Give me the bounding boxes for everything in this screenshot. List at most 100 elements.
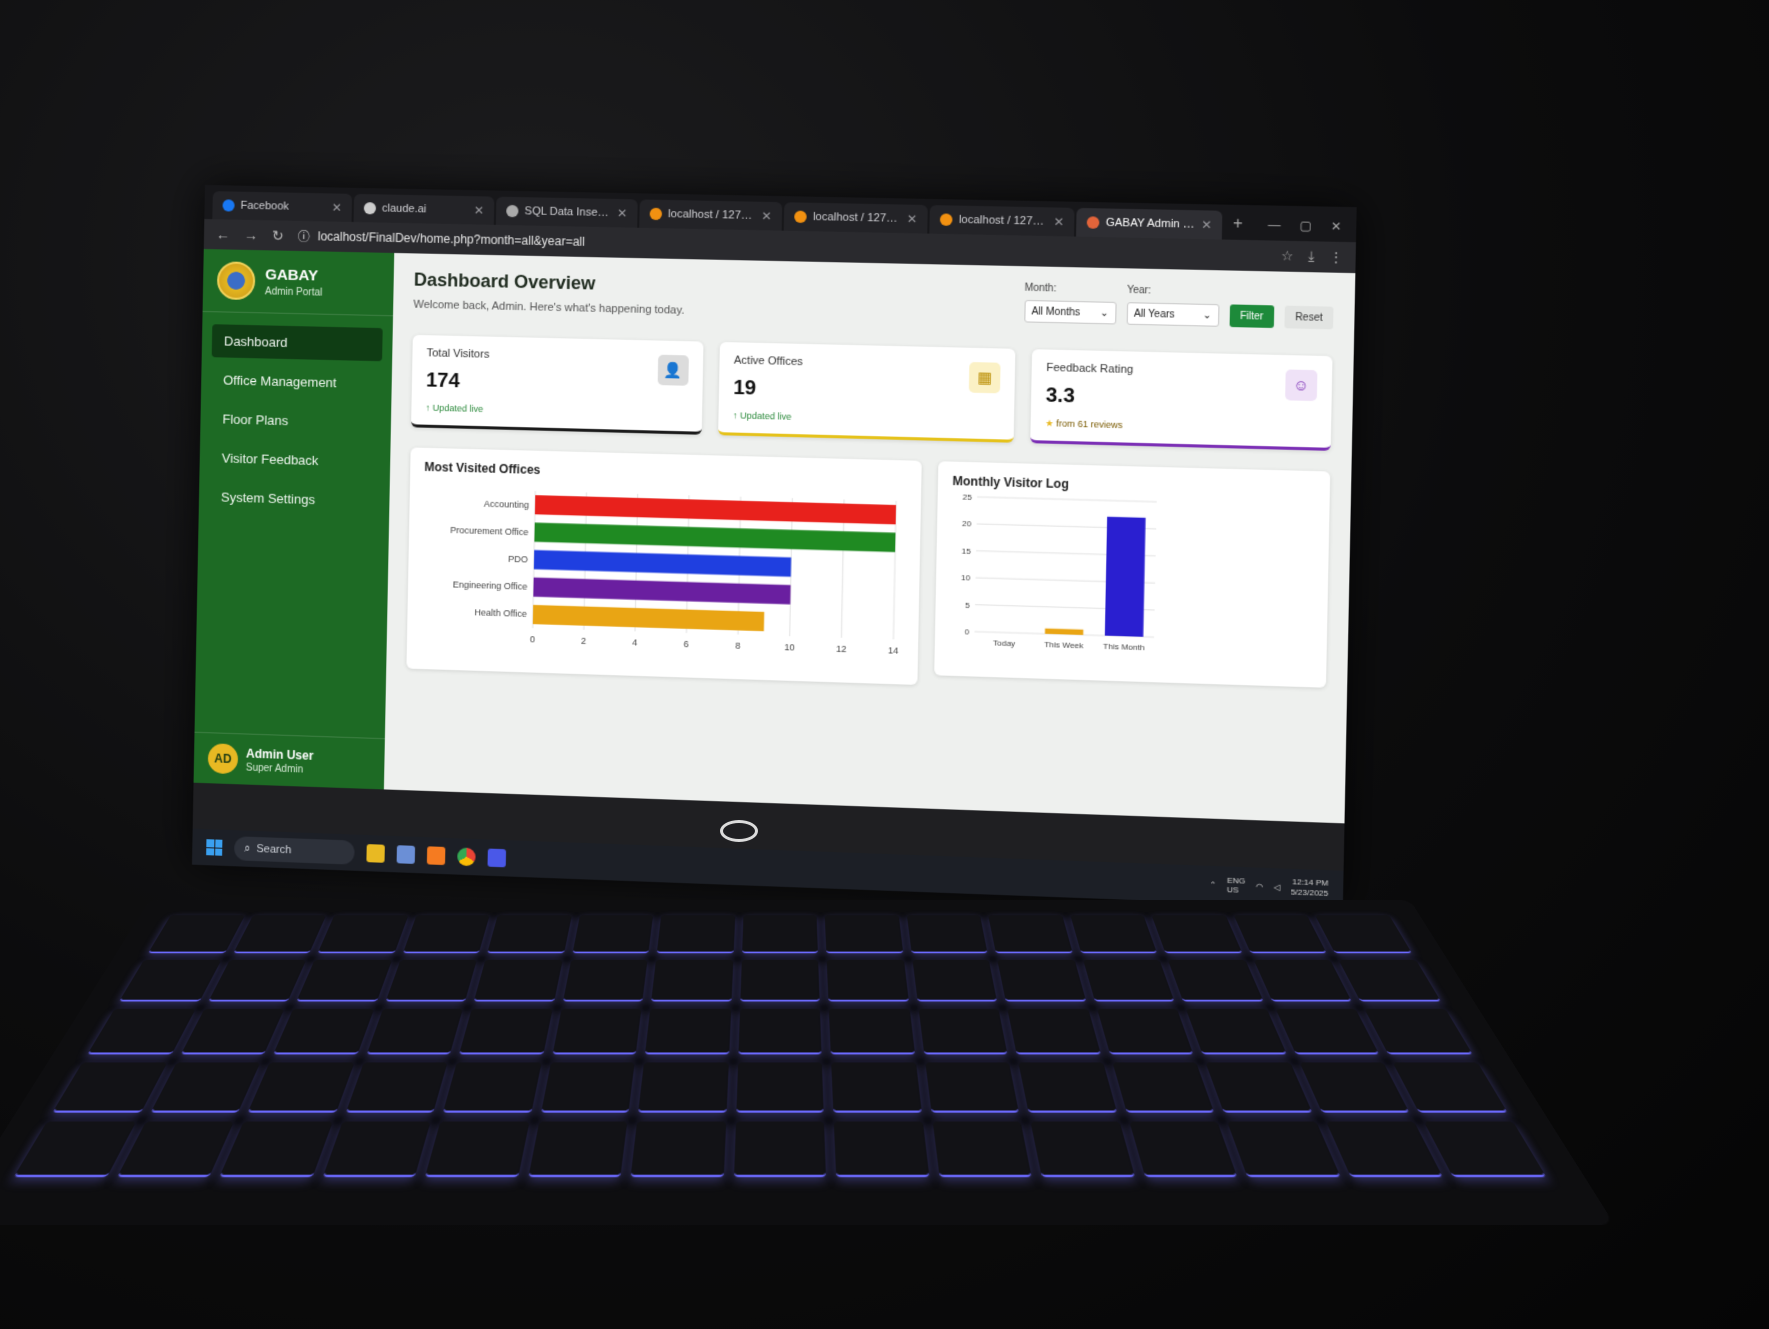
xampp-icon[interactable] bbox=[426, 846, 446, 866]
x-tick-label: Today bbox=[993, 638, 1015, 648]
brand-name: GABAY bbox=[265, 265, 319, 284]
browser-tab[interactable]: localhost / 127.0.0.1 ✕ bbox=[783, 202, 928, 234]
y-tick-label: 5 bbox=[965, 600, 970, 609]
card-label: Feedback Rating bbox=[1046, 361, 1134, 377]
x-tick-label: 8 bbox=[735, 641, 740, 651]
keyboard-key bbox=[527, 1121, 628, 1178]
volume-icon[interactable]: ◁ bbox=[1274, 882, 1281, 891]
filter-button[interactable]: Filter bbox=[1229, 304, 1275, 329]
browser-tab[interactable]: localhost / 127.0.0.1 ✕ bbox=[929, 205, 1075, 237]
keyboard-key bbox=[1424, 1121, 1547, 1178]
close-icon[interactable]: ✕ bbox=[1201, 218, 1212, 233]
total-visitors-card: Total Visitors 174 ↑ Updated live 👤 bbox=[411, 334, 704, 435]
keyboard-key bbox=[1096, 1008, 1194, 1055]
keyboard-key bbox=[13, 1121, 136, 1178]
keyboard-key bbox=[562, 959, 648, 1002]
chrome-icon[interactable] bbox=[457, 847, 476, 867]
tab-favicon-icon bbox=[940, 213, 953, 226]
sidebar-item-system-settings[interactable]: System Settings bbox=[209, 480, 380, 518]
keyboard-key bbox=[180, 1008, 285, 1055]
maximize-icon[interactable]: ▢ bbox=[1300, 218, 1312, 233]
keyboard-key bbox=[402, 915, 490, 954]
close-icon[interactable]: ✕ bbox=[617, 206, 628, 220]
keyboard-key bbox=[932, 1121, 1033, 1178]
close-window-icon[interactable]: ✕ bbox=[1331, 219, 1342, 234]
keyboard-key bbox=[473, 959, 563, 1002]
reload-icon[interactable]: ↻ bbox=[272, 227, 284, 244]
site-info-icon[interactable]: ⓘ bbox=[298, 227, 310, 244]
sidebar-nav: Dashboard Office Management Floor Plans … bbox=[198, 312, 393, 530]
new-tab-icon[interactable]: + bbox=[1224, 215, 1251, 240]
x-tick-label: 12 bbox=[836, 644, 847, 655]
close-icon[interactable]: ✕ bbox=[907, 212, 918, 226]
chevron-up-icon[interactable]: ⌃ bbox=[1209, 880, 1216, 890]
reset-button[interactable]: Reset bbox=[1284, 305, 1334, 330]
sidebar-item-floor-plans[interactable]: Floor Plans bbox=[210, 402, 381, 439]
keyboard-key bbox=[1112, 1062, 1215, 1113]
minimize-icon[interactable]: — bbox=[1268, 218, 1281, 233]
wifi-icon[interactable]: ◠ bbox=[1256, 881, 1264, 891]
month-select[interactable]: All Months ⌄ bbox=[1023, 299, 1117, 325]
user-profile[interactable]: AD Admin User Super Admin bbox=[193, 731, 385, 790]
card-footer-text: Updated live bbox=[432, 402, 484, 415]
menu-icon[interactable]: ⋮ bbox=[1329, 249, 1343, 266]
file-explorer-icon[interactable] bbox=[366, 844, 385, 863]
back-icon[interactable]: ← bbox=[216, 226, 230, 242]
download-icon[interactable]: ⤓ bbox=[1308, 248, 1314, 265]
browser-tab[interactable]: Facebook ✕ bbox=[212, 191, 353, 222]
search-icon: ⌕ bbox=[244, 842, 251, 855]
keyboard-key bbox=[651, 959, 734, 1002]
brand-subtitle: Admin Portal bbox=[264, 285, 323, 299]
keyboard-key bbox=[1151, 915, 1243, 954]
building-icon: ▦ bbox=[968, 362, 1001, 394]
person-icon: 👤 bbox=[657, 354, 689, 386]
year-select[interactable]: All Years ⌄ bbox=[1126, 302, 1220, 327]
browser-tab[interactable]: SQL Data Insertion ✕ bbox=[495, 196, 638, 228]
close-icon[interactable]: ✕ bbox=[332, 200, 342, 214]
x-tick-label: 6 bbox=[684, 639, 689, 649]
keyboard-key bbox=[1186, 1008, 1287, 1055]
sidebar-item-visitor-feedback[interactable]: Visitor Feedback bbox=[209, 441, 380, 479]
taskbar-search[interactable]: ⌕ Search bbox=[234, 836, 355, 865]
keyboard-key bbox=[87, 1008, 196, 1055]
browser-tab-active[interactable]: GABAY Admin Dash ✕ bbox=[1076, 207, 1223, 240]
browser-tab[interactable]: localhost / 127.0.0.1 ✕ bbox=[639, 199, 783, 231]
close-icon[interactable]: ✕ bbox=[1053, 215, 1064, 230]
language-indicator[interactable]: ENG US bbox=[1227, 876, 1246, 895]
close-icon[interactable]: ✕ bbox=[474, 203, 484, 217]
keyboard-key bbox=[219, 1121, 333, 1178]
sidebar-item-office-management[interactable]: Office Management bbox=[211, 363, 382, 400]
keyboard-key bbox=[1364, 1008, 1473, 1055]
keyboard-key bbox=[912, 959, 998, 1002]
keyboard-key bbox=[116, 1121, 235, 1178]
window-controls: — ▢ ✕ bbox=[1253, 218, 1356, 243]
y-tick-label: PDO bbox=[508, 554, 528, 565]
windows-start-icon[interactable] bbox=[206, 839, 223, 856]
keyboard-key bbox=[552, 1008, 642, 1055]
browser-tab[interactable]: claude.ai ✕ bbox=[353, 193, 495, 225]
keyboard-key bbox=[925, 1062, 1020, 1113]
keyboard-key bbox=[322, 1121, 431, 1178]
app-icon[interactable] bbox=[487, 848, 507, 868]
keyboard-key bbox=[232, 915, 327, 954]
x-tick-label: 10 bbox=[784, 642, 794, 652]
forward-icon[interactable]: → bbox=[244, 227, 258, 243]
main-content: Dashboard Overview Welcome back, Admin. … bbox=[383, 252, 1356, 824]
feedback-rating-card: Feedback Rating 3.3 ★ from 61 reviews ☺ bbox=[1030, 349, 1333, 451]
card-footer-text: from 61 reviews bbox=[1056, 418, 1123, 431]
tab-favicon-icon bbox=[649, 207, 663, 221]
clock-date: 5/23/2025 bbox=[1290, 887, 1329, 899]
bookmark-star-icon[interactable]: ☆ bbox=[1281, 248, 1294, 265]
sidebar-item-dashboard[interactable]: Dashboard bbox=[211, 324, 383, 362]
keyboard-key bbox=[656, 915, 736, 954]
store-icon[interactable] bbox=[396, 845, 416, 864]
laptop-keyboard bbox=[0, 900, 1615, 1225]
keyboard-key bbox=[149, 1062, 261, 1113]
close-icon[interactable]: ✕ bbox=[761, 209, 772, 223]
y-tick-label: Health Office bbox=[474, 608, 527, 620]
card-value: 19 bbox=[733, 376, 757, 400]
keyboard-key bbox=[1253, 959, 1353, 1002]
x-tick-label: This Week bbox=[1044, 640, 1083, 650]
monthly-visitor-log-panel: Monthly Visitor Log 0 5 10 15 20 25 Today This … bbox=[934, 461, 1331, 688]
clock[interactable]: 12:14 PM 5/23/2025 bbox=[1291, 877, 1329, 900]
